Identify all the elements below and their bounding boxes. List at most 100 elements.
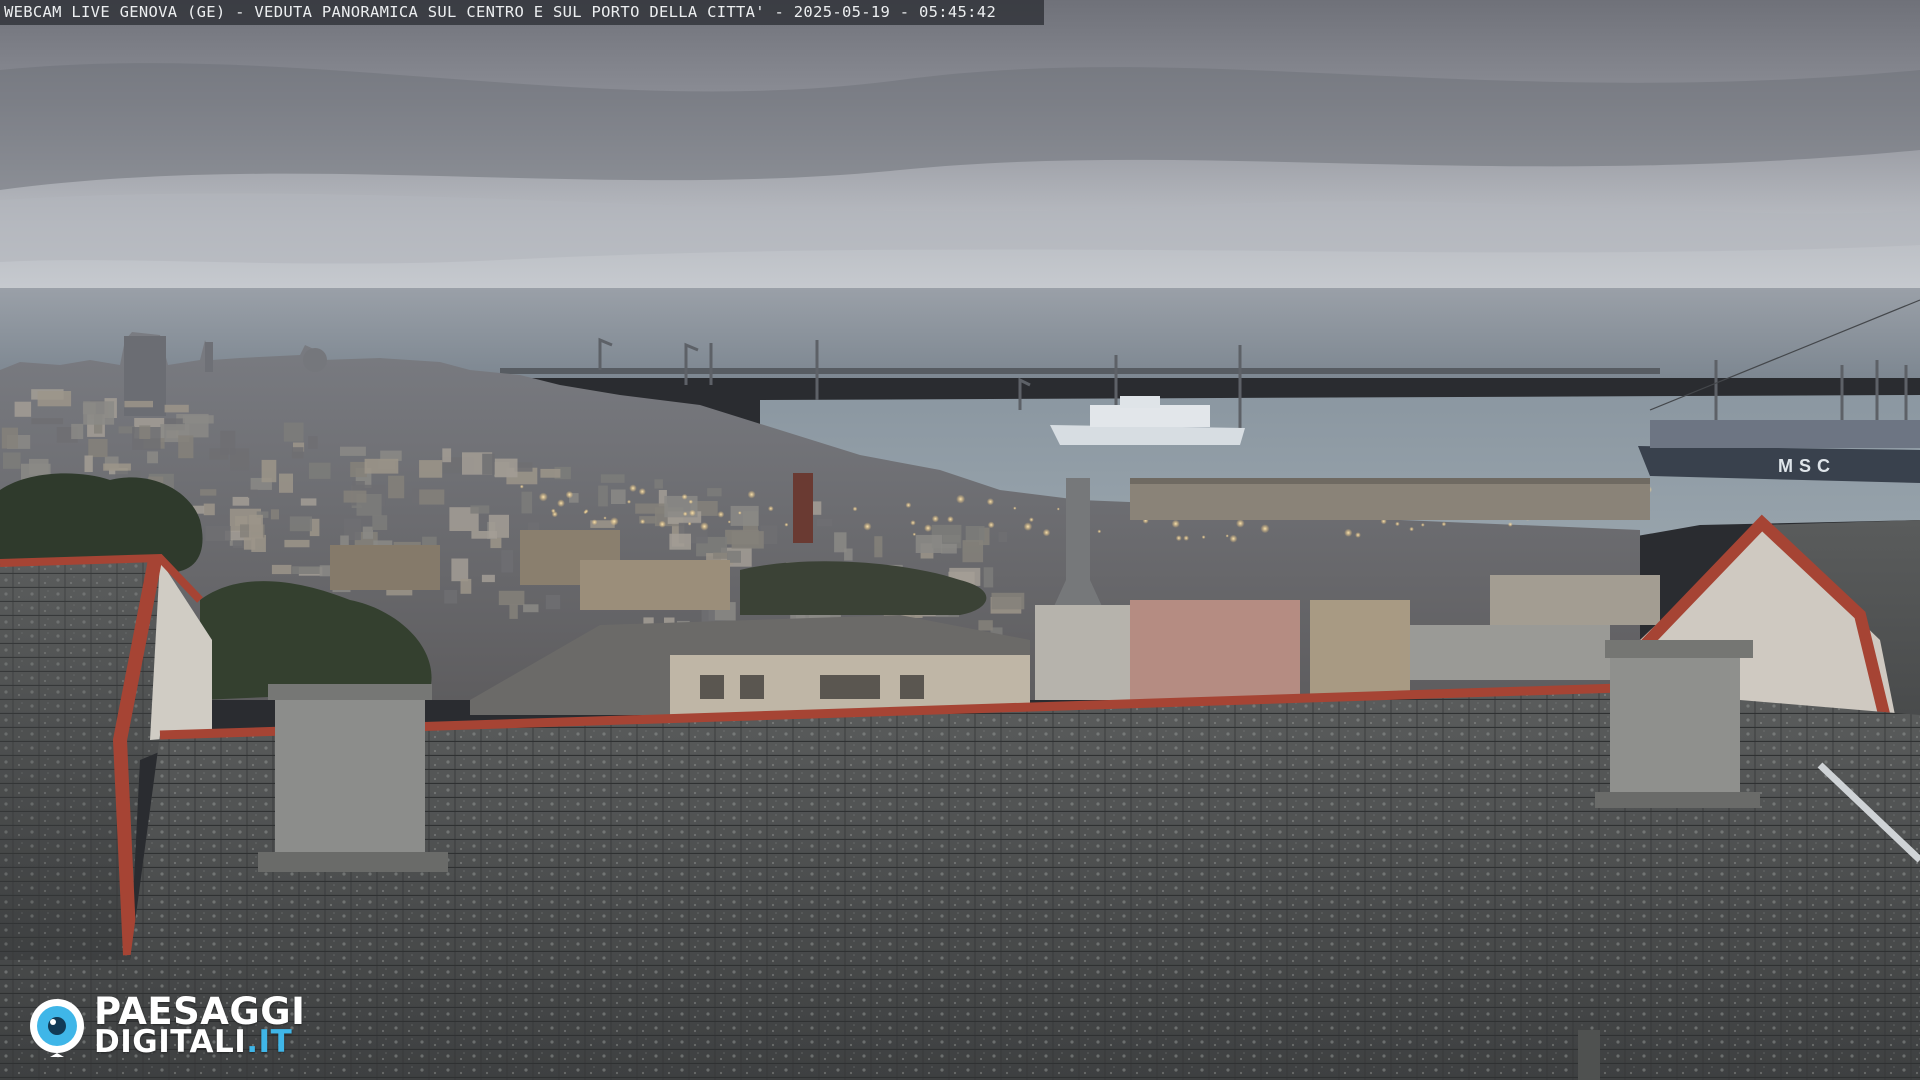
street-light	[986, 498, 995, 506]
street-light	[863, 522, 872, 531]
city-building-block	[983, 567, 994, 588]
left-chimney	[258, 684, 448, 872]
city-building-block	[270, 509, 279, 520]
city-building-block	[991, 592, 1025, 610]
street-light	[1013, 506, 1017, 510]
city-building-block	[654, 479, 663, 489]
street-light	[738, 511, 742, 515]
city-building-block	[816, 519, 833, 527]
street-light	[603, 516, 607, 520]
city-building-block	[444, 590, 458, 604]
city-building-block	[998, 531, 1008, 542]
street-light	[627, 499, 631, 504]
city-building-block	[292, 566, 320, 574]
street-light	[557, 499, 565, 508]
city-building-block	[139, 425, 151, 439]
city-building-block	[164, 404, 189, 413]
city-building-block	[205, 526, 231, 541]
city-building-block	[83, 401, 115, 425]
street-light	[689, 509, 696, 517]
city-building-block	[243, 537, 256, 550]
city-building-block	[209, 448, 229, 460]
city-building-block	[482, 453, 495, 475]
city-building-block	[501, 550, 514, 573]
city-building-block	[669, 533, 691, 550]
building	[1490, 575, 1660, 625]
street-light	[1441, 521, 1447, 527]
city-building-block	[941, 543, 957, 554]
ship-hull-text: MSC	[1778, 456, 1836, 476]
city-building-block	[232, 496, 250, 506]
city-building-block	[419, 460, 443, 478]
street-light	[640, 519, 646, 525]
street-light	[747, 490, 756, 499]
street-light	[519, 484, 524, 489]
city-building-block	[249, 514, 263, 539]
street-light	[629, 484, 637, 493]
city-building-block	[730, 505, 759, 526]
building	[1035, 605, 1131, 700]
street-light	[768, 505, 774, 512]
street-light	[1183, 535, 1189, 541]
street-light	[931, 515, 940, 523]
street-light	[682, 511, 688, 517]
city-building-block	[248, 489, 258, 498]
city-building-block	[14, 401, 32, 417]
city-building-block	[598, 485, 608, 507]
street-light	[1409, 526, 1414, 532]
street-light	[538, 492, 548, 502]
city-building-block	[283, 422, 304, 442]
city-building-block	[3, 452, 21, 469]
street-light	[1395, 521, 1400, 527]
street-light	[584, 509, 589, 514]
city-building-block	[600, 474, 625, 483]
city-building-block	[372, 515, 388, 530]
street-light	[1225, 534, 1229, 538]
city-building-block	[279, 473, 293, 493]
container-ship: MSC	[1638, 420, 1920, 483]
city-building-block	[915, 534, 943, 553]
city-building-block	[308, 462, 331, 479]
city-building-block	[713, 552, 728, 559]
paesaggi-digitali-logo: PAESAGGI DIGITALI.IT	[26, 990, 346, 1061]
harbour-pier	[1130, 480, 1650, 520]
city-building-block	[470, 505, 490, 514]
city-building-block	[88, 439, 108, 458]
pier-roof	[1130, 478, 1650, 484]
street-light	[1056, 507, 1060, 511]
city-building-block	[388, 475, 405, 499]
street-light	[591, 519, 598, 526]
city-building-block	[308, 436, 318, 449]
street-light	[700, 522, 709, 531]
church-spire	[205, 342, 213, 372]
city-building-block	[442, 448, 452, 463]
city-building-block	[978, 620, 993, 631]
city-building-block	[1, 427, 19, 449]
street-light	[565, 490, 574, 499]
logo-text-line2: DIGITALI.IT	[94, 1024, 292, 1060]
city-building-block	[29, 458, 49, 475]
city-building-block	[494, 458, 518, 478]
street-light	[638, 488, 646, 496]
city-building-block	[289, 516, 312, 532]
street-light	[681, 493, 688, 500]
city-building-block	[707, 488, 722, 497]
city-building-block	[261, 459, 277, 483]
city-building-block	[340, 446, 366, 456]
street-light	[1236, 519, 1245, 528]
street-light	[1260, 524, 1270, 534]
street-light	[852, 506, 858, 512]
building	[1130, 600, 1300, 705]
city-building-block	[611, 489, 626, 504]
city-building-block	[182, 415, 214, 424]
city-building-block	[725, 529, 759, 545]
webcam-panorama-image: MSC	[0, 0, 1920, 1080]
street-light	[784, 522, 789, 527]
street-light	[910, 520, 916, 526]
city-building-block	[834, 532, 847, 553]
building	[1410, 625, 1610, 680]
city-building-block	[545, 595, 561, 610]
street-light	[924, 524, 932, 532]
street-light	[1507, 522, 1513, 527]
street-light	[1355, 532, 1361, 538]
